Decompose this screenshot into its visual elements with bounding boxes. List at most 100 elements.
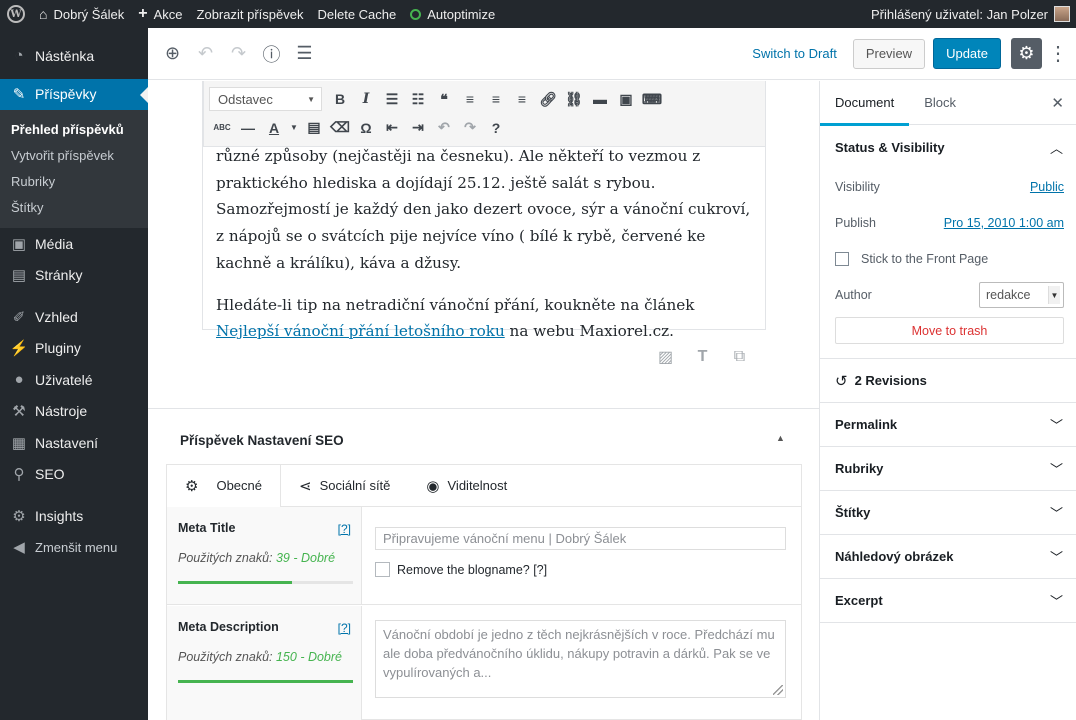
classic-block[interactable]: různé způsoby (nejčastěji na česneku). A… — [202, 81, 766, 340]
plugin-icon: ⚡ — [9, 340, 29, 358]
move-to-trash-button[interactable]: Move to trash — [835, 317, 1064, 344]
autoptimize-link[interactable]: Autoptimize — [403, 0, 502, 28]
menu-item-insights[interactable]: ⚙ Insights — [0, 500, 148, 532]
panel-title: Excerpt — [835, 593, 883, 608]
menu-item-pages[interactable]: ▤ Stránky — [0, 260, 148, 292]
outdent-icon[interactable]: ⇤ — [379, 115, 405, 141]
meta-title-input[interactable]: Připravujeme vánoční menu | Dobrý Šálek — [375, 527, 786, 550]
add-block-icon[interactable]: ⊕ — [156, 37, 189, 70]
link-icon[interactable]: 🔗︎ — [535, 86, 561, 112]
status-visibility-toggle[interactable]: Status & Visibility ︿ — [820, 125, 1076, 169]
menu-item-media[interactable]: ▣ Média — [0, 228, 148, 260]
align-center-icon[interactable]: ≡ — [483, 86, 509, 112]
panel-permalink[interactable]: Permalink ﹀ — [820, 403, 1076, 447]
media-insert-icon[interactable]: ▣ — [613, 86, 639, 112]
align-right-icon[interactable]: ≡ — [509, 86, 535, 112]
history-icon: ↺ — [835, 372, 848, 390]
collapse-arrow-icon[interactable]: ▲ — [776, 433, 785, 443]
submenu-categories[interactable]: Rubriky — [0, 169, 148, 195]
tab-visibility[interactable]: ◉ Viditelnost — [408, 465, 525, 507]
seo-tabs: ⚙ Obecné ⋖ Sociální sítě ◉ Viditelnost — [167, 464, 801, 507]
view-post-link[interactable]: Zobrazit příspěvek — [190, 0, 311, 28]
delete-cache-link[interactable]: Delete Cache — [310, 0, 403, 28]
checkbox-box[interactable] — [375, 562, 390, 577]
wp-logo-button[interactable]: W — [0, 0, 32, 28]
submenu-tags[interactable]: Štítky — [0, 195, 148, 221]
panel-title: Permalink — [835, 417, 898, 432]
align-left-icon[interactable]: ≡ — [457, 86, 483, 112]
publish-date-link[interactable]: Pro 15, 2010 1:00 am — [944, 216, 1064, 230]
settings-icon: ▦ — [11, 434, 27, 452]
heading-icon[interactable]: T — [693, 347, 712, 366]
preview-button[interactable]: Preview — [852, 38, 926, 69]
new-content-link[interactable]: + Akce — [131, 0, 189, 28]
menu-item-tools[interactable]: ⚒ Nástroje — [0, 396, 148, 428]
tab-social[interactable]: ⋖ Sociální sítě — [281, 465, 408, 507]
menu-item-appearance[interactable]: ✐ Vzhled — [0, 301, 148, 333]
user-account-link[interactable]: Přihlášený uživatel: Jan Polzer — [864, 0, 1076, 28]
submenu-add-post[interactable]: Vytvořit příspěvek — [0, 143, 148, 169]
resize-handle-icon[interactable] — [773, 685, 783, 695]
redo-icon[interactable]: ↷ — [457, 115, 483, 141]
menu-item-dashboard[interactable]: ◔ Nástěnka — [0, 40, 148, 72]
menu-item-collapse[interactable]: ◀ Zmenšit menu — [0, 532, 148, 564]
toolbar-toggle-icon[interactable]: ⌨ — [639, 86, 665, 112]
switch-to-draft-button[interactable]: Switch to Draft — [752, 46, 837, 61]
settings-gear-button[interactable]: ⚙ — [1011, 38, 1042, 69]
outline-icon[interactable]: ☰ — [288, 37, 321, 70]
redo-icon[interactable]: ↷ — [222, 37, 255, 70]
close-icon[interactable]: ✕ — [1051, 94, 1076, 112]
tab-document[interactable]: Document — [820, 81, 910, 126]
undo-icon[interactable]: ↶ — [189, 37, 222, 70]
bullet-list-icon[interactable]: ☰ — [379, 86, 405, 112]
visibility-link[interactable]: Public — [1030, 180, 1064, 194]
undo-icon[interactable]: ↶ — [431, 115, 457, 141]
menu-item-settings[interactable]: ▦ Nastavení — [0, 427, 148, 459]
submenu-all-posts[interactable]: Přehled příspěvků — [0, 117, 148, 143]
panel-excerpt[interactable]: Excerpt ﹀ — [820, 579, 1076, 623]
meta-title-help-link[interactable]: [?] — [338, 522, 351, 536]
article-link[interactable]: Nejlepší vánoční přání letošního roku — [216, 322, 505, 340]
menu-item-plugins[interactable]: ⚡ Pluginy — [0, 333, 148, 365]
author-select[interactable]: redakce ▼ — [979, 282, 1064, 308]
horizontal-line-icon[interactable]: — — [235, 115, 261, 141]
panel-categories[interactable]: Rubriky ﹀ — [820, 447, 1076, 491]
menu-item-seo[interactable]: ⚲ SEO — [0, 459, 148, 491]
format-select[interactable]: Odstavec ▼ — [209, 87, 322, 111]
blockquote-icon[interactable]: ❝ — [431, 86, 457, 112]
info-icon[interactable]: ⓘ — [255, 37, 288, 70]
menu-item-users[interactable]: ● Uživatelé — [0, 364, 148, 396]
bold-icon[interactable]: B — [327, 86, 353, 112]
image-icon[interactable]: ▨ — [656, 347, 675, 366]
text-color-icon[interactable]: A — [261, 115, 287, 141]
stick-front-checkbox[interactable]: Stick to the Front Page — [820, 241, 1076, 277]
indent-icon[interactable]: ⇥ — [405, 115, 431, 141]
revisions-link[interactable]: ↺ 2 Revisions — [820, 359, 1076, 403]
avatar — [1054, 6, 1070, 22]
italic-icon[interactable]: I — [353, 86, 379, 112]
read-more-icon[interactable]: ▬ — [587, 86, 613, 112]
tab-block[interactable]: Block — [909, 81, 971, 125]
paste-text-icon[interactable]: ▤ — [301, 115, 327, 141]
caret-down-icon[interactable]: ▼ — [287, 115, 301, 141]
gallery-icon[interactable]: ⧉ — [730, 347, 749, 366]
seo-box-title[interactable]: Příspěvek Nastavení SEO — [180, 433, 344, 448]
help-icon[interactable]: ? — [483, 115, 509, 141]
strikethrough-icon[interactable]: ABC — [209, 115, 235, 141]
menu-item-posts[interactable]: ✎ Příspěvky — [0, 78, 148, 110]
remove-blogname-checkbox[interactable]: Remove the blogname? [?] — [375, 562, 787, 577]
panel-featured-image[interactable]: Náhledový obrázek ﹀ — [820, 535, 1076, 579]
block-content[interactable]: různé způsoby (nejčastěji na česneku). A… — [216, 143, 756, 360]
panel-tags[interactable]: Štítky ﹀ — [820, 491, 1076, 535]
special-char-icon[interactable]: Ω — [353, 115, 379, 141]
meta-desc-help-link[interactable]: [?] — [338, 621, 351, 635]
more-options-button[interactable]: ⋮ — [1046, 38, 1070, 69]
tab-general[interactable]: ⚙ Obecné — [167, 464, 281, 507]
unlink-icon[interactable]: ⛓︎ — [561, 86, 587, 112]
update-button[interactable]: Update — [933, 38, 1001, 69]
meta-description-textarea[interactable]: Vánoční období je jedno z těch nejkrásně… — [375, 620, 786, 698]
numbered-list-icon[interactable]: ☷ — [405, 86, 431, 112]
checkbox-box[interactable] — [835, 252, 849, 266]
site-name-link[interactable]: ⌂ Dobrý Šálek — [32, 0, 131, 28]
clear-format-icon[interactable]: ⌫ — [327, 115, 353, 141]
